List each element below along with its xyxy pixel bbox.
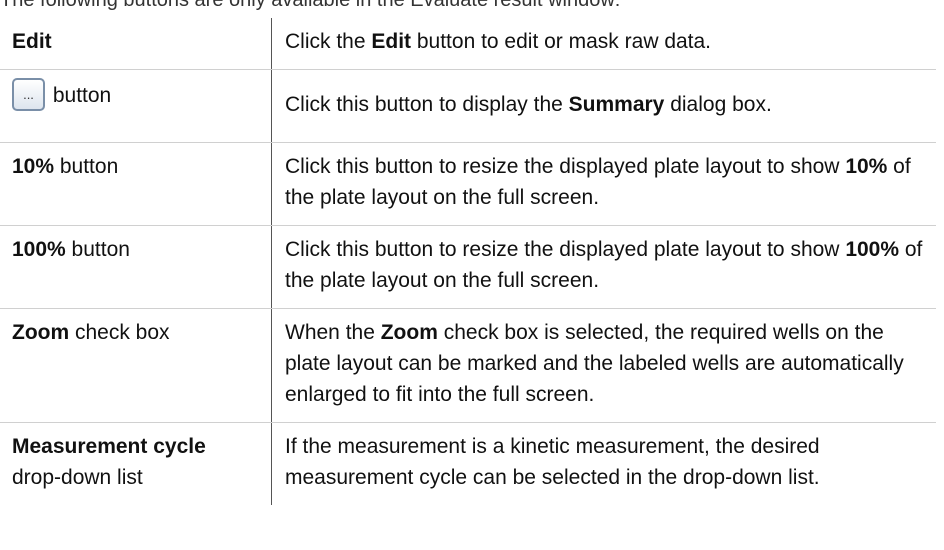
desc-bold: 100% [845,238,900,261]
table-row-edit: Edit Click the Edit button to edit or ma… [0,18,936,70]
label-bold: Edit [12,30,52,53]
desc-post: dialog box. [664,92,772,116]
desc-pre: If the measurement is a kinetic measurem… [285,435,820,489]
desc-pre: Click this button to resize the displaye… [285,155,846,178]
label-bold: Measurement cycle [12,435,206,458]
row-label: ... button [0,69,272,143]
desc-bold: Summary [568,92,665,116]
table-row-10-percent: 10% button Click this button to resize t… [0,142,936,226]
ellipsis-button-icon: ... [12,78,45,111]
row-label: 10% button [0,142,272,226]
label-rest: button [54,155,119,178]
table-row-measurement-cycle: Measurement cycle drop-down list If the m… [0,422,937,506]
row-description: Click this button to resize the displaye… [271,225,936,309]
intro-text: The following buttons are only available… [0,0,621,11]
row-description: Click this button to display the Summary… [271,69,936,143]
table-row-summary: ... button Click this button to display … [0,69,936,143]
table-row-100-percent: 100% button Click this button to resize … [0,225,936,309]
desc-bold: Edit [371,30,412,53]
label-rest: button [65,238,130,261]
row-label: Zoom check box [0,308,272,423]
desc-pre: Click this button to display the [285,92,569,116]
row-description: Click this button to resize the displaye… [271,142,936,226]
table-row-zoom: Zoom check box When the Zoom check box i… [0,308,936,423]
desc-post: button to edit or mask raw data. [411,30,712,53]
desc-pre: When the [285,321,381,344]
row-description: When the Zoom check box is selected, the… [271,308,936,423]
desc-bold: 10% [845,155,888,178]
row-description: If the measurement is a kinetic measurem… [272,423,937,506]
desc-pre: Click the [285,30,372,53]
label-rest: button [52,84,112,107]
desc-pre: Click this button to resize the displaye… [285,238,846,261]
label-rest: drop-down list [12,466,143,489]
row-description: Click the Edit button to edit or mask ra… [271,18,936,70]
label-bold: 100% [12,238,66,261]
label-rest: check box [69,321,170,344]
desc-bold: Zoom [380,321,438,344]
row-label: Measurement cycle drop-down list [0,422,272,505]
buttons-reference-table: Edit Click the Edit button to edit or ma… [0,18,936,505]
label-bold: 10% [12,155,55,178]
row-label: 100% button [0,225,272,309]
label-bold: Zoom [12,321,70,344]
row-label: Edit [0,18,272,70]
